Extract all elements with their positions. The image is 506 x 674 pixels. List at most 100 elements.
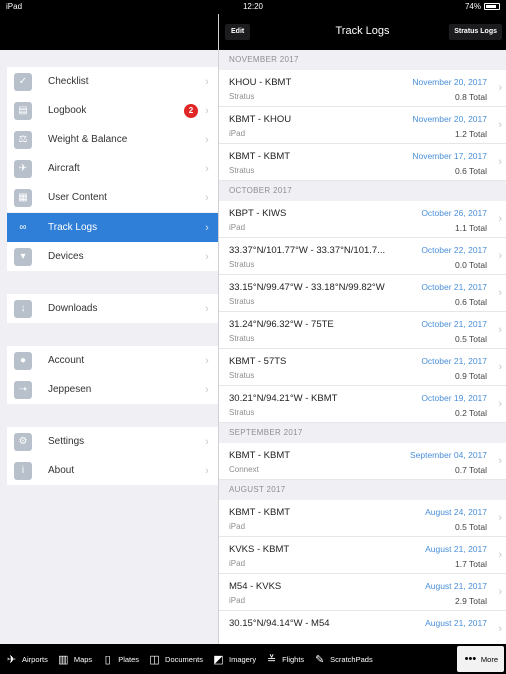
track-log-row[interactable]: KVKS - KBMT iPad August 21, 2017 1.7 Total › — [219, 537, 506, 574]
tab-label: Documents — [165, 654, 203, 664]
status-right: 74% — [465, 2, 500, 11]
sidebar-item-settings[interactable]: ⚙ Settings › — [7, 427, 218, 456]
sidebar-item-label: Track Logs — [48, 222, 98, 233]
source-label: iPad — [229, 559, 246, 568]
track-log-row[interactable]: KBMT - KBMT Connext September 04, 2017 0.7 … — [219, 443, 506, 480]
scale-icon: ⚖ — [14, 130, 32, 149]
track-log-row[interactable]: 30.15°N/94.14°W - M54 August 21, 2017 › — [219, 611, 506, 644]
tab-plates[interactable]: ▯ Plates — [96, 644, 143, 674]
more-icon: ••• — [464, 653, 477, 665]
sidebar-item-devices[interactable]: ▾ Devices › — [7, 242, 218, 271]
sidebar-item-label: Logbook — [48, 105, 87, 116]
chevron-right-icon: › — [498, 213, 502, 225]
source-label: Stratus — [229, 408, 255, 417]
folder-icon: ▦ — [14, 188, 32, 207]
route-label: 31.24°N/96.32°W - 75TE — [229, 319, 334, 330]
chevron-right-icon: › — [205, 464, 209, 477]
date-label: November 17, 2017 — [412, 151, 487, 161]
chevron-right-icon: › — [498, 361, 502, 373]
date-label: August 21, 2017 — [425, 581, 487, 591]
tab-documents[interactable]: ◫ Documents — [143, 644, 207, 674]
route-label: KBMT - 57TS — [229, 356, 287, 367]
sidebar-item-checklist[interactable]: ✓ Checklist › — [7, 67, 218, 96]
stratus-logs-button[interactable]: Stratus Logs — [449, 24, 502, 40]
sidebar-item-weight-balance[interactable]: ⚖ Weight & Balance › — [7, 125, 218, 154]
sidebar-item-jeppesen[interactable]: ➝ Jeppesen › — [7, 375, 218, 404]
total-label: 2.9 Total — [455, 596, 487, 606]
track-log-row[interactable]: KBPT - KIWS iPad October 26, 2017 1.1 Total… — [219, 201, 506, 238]
sidebar-item-label: User Content — [48, 192, 107, 203]
documents-icon: ◫ — [149, 653, 160, 666]
sidebar-item-label: Devices — [48, 251, 84, 262]
total-label: 0.2 Total — [455, 408, 487, 418]
sidebar-item-label: Settings — [48, 436, 85, 447]
track-log-row[interactable]: KBMT - 57TS Stratus October 21, 2017 0.9 To… — [219, 349, 506, 386]
sidebar-item-logbook[interactable]: ▤ Logbook 2 › — [7, 96, 218, 125]
tab-label: Imagery — [228, 654, 257, 664]
section-header: SEPTEMBER 2017 — [219, 423, 506, 443]
source-label: iPad — [229, 596, 246, 605]
route-label: KBMT - KHOU — [229, 114, 292, 125]
chevron-right-icon: › — [205, 383, 209, 396]
clock: 12:20 — [242, 2, 264, 11]
person-icon: ● — [14, 351, 32, 370]
total-label: 0.7 Total — [455, 465, 487, 475]
battery-percent: 74% — [464, 2, 481, 11]
chevron-right-icon: › — [498, 119, 502, 131]
track-logs-panel: Edit Track Logs Stratus Logs NOVEMBER 20… — [218, 14, 506, 644]
date-label: August 21, 2017 — [425, 544, 487, 554]
sidebar-item-aircraft[interactable]: ✈ Aircraft › — [7, 154, 218, 183]
source-label: Stratus — [229, 260, 255, 269]
status-bar: iPad 12:20 74% — [0, 0, 506, 14]
sidebar-header — [0, 14, 218, 50]
route-label: KBMT - KBMT — [229, 450, 291, 461]
gear-icon: ⚙ — [14, 432, 32, 451]
tab-label: ScratchPads — [330, 654, 373, 664]
total-label: 0.8 Total — [455, 92, 487, 102]
scratchpads-icon: ✎ — [315, 653, 325, 666]
chevron-right-icon: › — [498, 455, 502, 467]
flights-icon: ≚ — [266, 653, 277, 666]
track-log-row[interactable]: 31.24°N/96.32°W - 75TE Stratus October 21,… — [219, 312, 506, 349]
date-label: November 20, 2017 — [412, 114, 487, 124]
track-log-row[interactable]: M54 - KVKS iPad August 21, 2017 2.9 Total › — [219, 574, 506, 611]
tab-bar: ✈ Airports ▥ Maps ▯ Plates ◫ Documents ◩ Imagery ≚… — [0, 644, 506, 674]
tab-scratchpads[interactable]: ✎ ScratchPads — [308, 644, 377, 674]
chevron-right-icon: › — [498, 156, 502, 168]
tab-label: Airports — [22, 654, 48, 664]
tab-flights[interactable]: ≚ Flights — [260, 644, 308, 674]
track-log-row[interactable]: KBMT - KHOU iPad November 20, 2017 1.2 Tota… — [219, 107, 506, 144]
chevron-right-icon: › — [498, 623, 502, 635]
track-log-row[interactable]: KHOU - KBMT Stratus November 20, 2017 0.8 T… — [219, 70, 506, 107]
tab-label: Plates — [118, 654, 140, 664]
total-label: 0.5 Total — [455, 522, 487, 532]
track-icon: ∞ — [19, 222, 27, 233]
chevron-right-icon: › — [498, 512, 502, 524]
tab-more[interactable]: ••• More — [456, 646, 504, 672]
tab-label: Maps — [73, 654, 93, 664]
source-label: iPad — [229, 129, 246, 138]
date-label: October 19, 2017 — [421, 393, 487, 403]
track-log-row[interactable]: KBMT - KBMT Stratus November 17, 2017 0.6 T… — [219, 144, 506, 181]
sidebar-item-account[interactable]: ● Account › — [7, 346, 218, 375]
route-label: 30.15°N/94.14°W - M54 — [229, 618, 330, 629]
tab-imagery[interactable]: ◩ Imagery — [207, 644, 260, 674]
track-log-row[interactable]: KBMT - KBMT iPad August 24, 2017 0.5 Total › — [219, 500, 506, 537]
date-label: October 22, 2017 — [421, 245, 487, 255]
download-icon: ↓ — [14, 299, 32, 318]
tab-airports[interactable]: ✈ Airports — [0, 644, 52, 674]
sidebar-item-label: About — [48, 465, 75, 476]
tab-maps[interactable]: ▥ Maps — [52, 644, 96, 674]
sidebar-item-track-logs[interactable]: ∞ Track Logs › — [7, 213, 218, 242]
sidebar-item-about[interactable]: i About › — [7, 456, 218, 485]
chevron-right-icon: › — [498, 324, 502, 336]
total-label: 0.9 Total — [455, 371, 487, 381]
chevron-right-icon: › — [205, 133, 209, 146]
track-log-row[interactable]: 33.37°N/101.77°W - 33.37°N/101.7... Strat… — [219, 238, 506, 275]
sidebar-item-downloads[interactable]: ↓ Downloads › — [7, 294, 218, 323]
route-label: 33.15°N/99.47°W - 33.18°N/99.82°W — [229, 282, 385, 293]
track-log-row[interactable]: 33.15°N/99.47°W - 33.18°N/99.82°W Stratus… — [219, 275, 506, 312]
track-log-row[interactable]: 30.21°N/94.21°W - KBMT Stratus October 19,… — [219, 386, 506, 423]
route-label: KBMT - KBMT — [229, 507, 291, 518]
sidebar-item-user-content[interactable]: ▦ User Content › — [7, 183, 218, 212]
